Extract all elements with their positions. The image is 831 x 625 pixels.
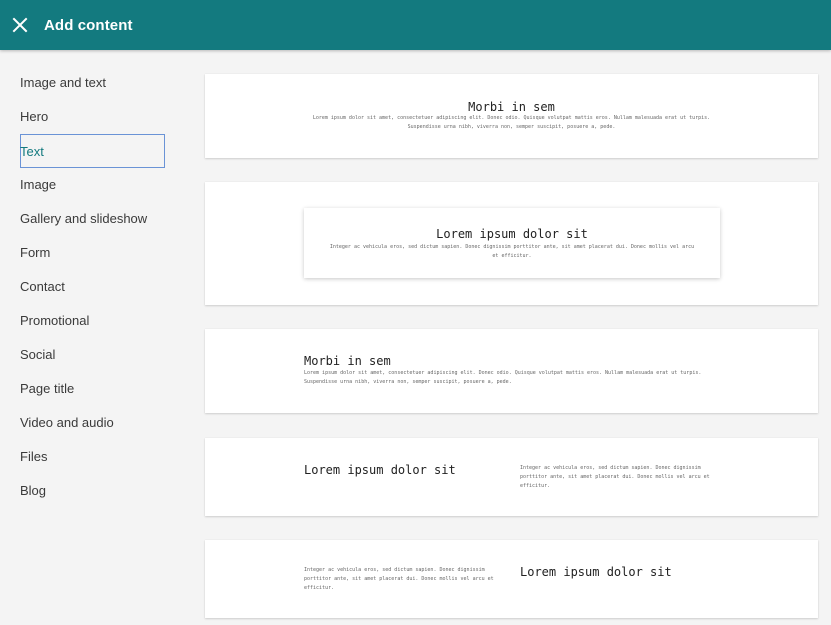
template-body-line: Integer ac vehicula eros, sed dictum sap… <box>520 465 701 471</box>
dialog-title: Add content <box>44 16 133 34</box>
template-body-line: porttitor ante, sit amet placerat dui. D… <box>520 474 710 480</box>
sidebar-item-label: Page title <box>20 380 75 396</box>
sidebar-item-video-and-audio[interactable]: Video and audio <box>20 405 165 439</box>
template-body-line: Suspendisse urna nibh, viverra non, semp… <box>407 124 616 130</box>
sidebar-item-image-and-text[interactable]: Image and text <box>20 65 165 99</box>
sidebar-item-label: Blog <box>20 482 47 498</box>
sidebar-item-label: Promotional <box>20 312 90 328</box>
sidebar-item-gallery-and-slideshow[interactable]: Gallery and slideshow <box>20 201 165 235</box>
sidebar-item-label: Gallery and slideshow <box>20 210 148 226</box>
sidebar-item-text[interactable]: Text <box>20 134 165 168</box>
template-body-line: Integer ac vehicula eros, sed dictum sap… <box>329 244 695 250</box>
sidebar-item-label: Social <box>20 346 56 362</box>
sidebar-item-social[interactable]: Social <box>20 337 165 371</box>
close-button[interactable] <box>0 0 40 50</box>
sidebar-item-label: Contact <box>20 278 65 294</box>
sidebar-item-label: Image <box>20 176 57 192</box>
sidebar-item-files[interactable]: Files <box>20 439 165 473</box>
template-body-line: Suspendisse urna nibh, viverra non, semp… <box>304 379 512 385</box>
template-card: Lorem ipsum dolor sit Integer ac vehicul… <box>304 208 720 278</box>
template-heading: Lorem ipsum dolor sit <box>436 227 588 241</box>
sidebar-item-page-title[interactable]: Page title <box>20 371 165 405</box>
template-heading: Lorem ipsum dolor sit <box>304 463 456 477</box>
category-sidebar: Image and text Hero Text Image Gallery a… <box>0 50 185 625</box>
template-preview-left-text[interactable]: Morbi in sem Lorem ipsum dolor sit amet,… <box>205 329 818 413</box>
close-icon <box>12 17 28 33</box>
sidebar-item-label: Image and text <box>20 74 106 90</box>
template-body-line: Lorem ipsum dolor sit amet, consectetuer… <box>304 370 702 376</box>
template-preview-two-column-heading-right[interactable]: Integer ac vehicula eros, sed dictum sap… <box>205 540 818 618</box>
template-preview-centered-text[interactable]: Morbi in sem Lorem ipsum dolor sit amet,… <box>205 74 818 158</box>
sidebar-item-label: Text <box>20 143 44 159</box>
sidebar-item-label: Hero <box>20 108 49 124</box>
template-preview-two-column-heading-left[interactable]: Lorem ipsum dolor sit Integer ac vehicul… <box>205 438 818 516</box>
template-heading: Morbi in sem <box>468 100 555 114</box>
sidebar-item-form[interactable]: Form <box>20 235 165 269</box>
template-body-line: porttitor ante, sit amet placerat dui. D… <box>304 576 494 582</box>
sidebar-item-label: Form <box>20 244 51 260</box>
sidebar-item-hero[interactable]: Hero <box>20 99 165 133</box>
template-heading: Lorem ipsum dolor sit <box>520 565 672 579</box>
template-body-line: efficitur. <box>520 483 551 489</box>
top-bar: Add content <box>0 0 831 50</box>
sidebar-item-promotional[interactable]: Promotional <box>20 303 165 337</box>
sidebar-item-image[interactable]: Image <box>20 167 165 201</box>
template-body-line: et efficitur. <box>492 253 532 259</box>
sidebar-item-blog[interactable]: Blog <box>20 473 165 507</box>
template-body-line: Integer ac vehicula eros, sed dictum sap… <box>304 567 485 573</box>
sidebar-item-label: Video and audio <box>20 414 114 430</box>
template-preview-card[interactable]: Lorem ipsum dolor sit Integer ac vehicul… <box>205 182 818 305</box>
template-body-line: efficitur. <box>304 585 335 591</box>
template-heading: Morbi in sem <box>304 354 391 368</box>
sidebar-item-label: Files <box>20 448 48 464</box>
template-body-line: Lorem ipsum dolor sit amet, consectetuer… <box>312 115 711 121</box>
sidebar-item-contact[interactable]: Contact <box>20 269 165 303</box>
